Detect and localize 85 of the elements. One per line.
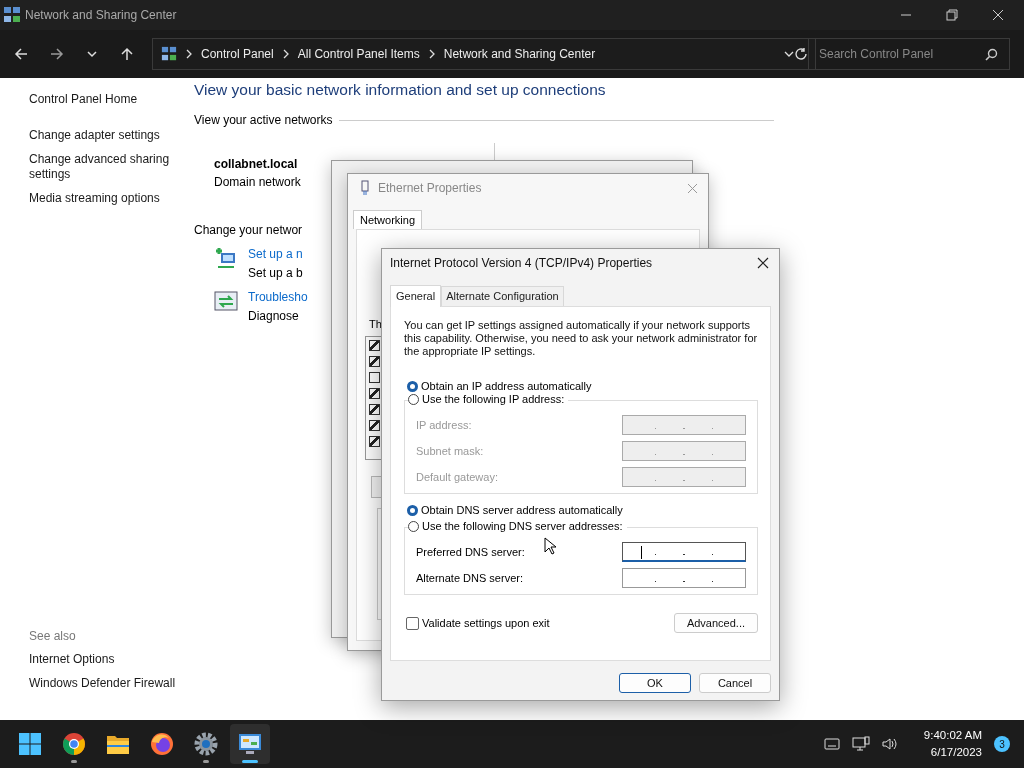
field-label: Alternate DNS server: [416,572,523,584]
field-label: Preferred DNS server: [416,546,525,558]
section-title: Change your networ [194,223,304,237]
task-link[interactable]: Troublesho [248,290,308,304]
restore-icon[interactable] [946,9,958,21]
ip-address-field[interactable] [622,542,746,562]
checkbox[interactable] [369,356,380,367]
refresh-icon[interactable] [794,47,808,61]
ethernet-icon [360,180,370,196]
back-icon[interactable] [14,47,28,61]
search-icon [985,48,998,61]
breadcrumb[interactable]: Network and Sharing Center [443,47,596,61]
checkbox[interactable] [369,340,380,351]
tab[interactable]: General [390,285,442,307]
browser-icon [62,732,86,756]
window-title: Network and Sharing Center [25,8,177,22]
task-description: Set up a b [248,266,303,280]
field-label: Default gateway: [416,471,498,483]
up-icon[interactable] [120,47,134,61]
network-icon [3,6,21,24]
folder-icon [106,733,130,755]
troubleshoot-icon [214,290,238,312]
keyboard-icon[interactable] [823,738,840,750]
network-name: collabnet.local [214,157,298,171]
breadcrumb[interactable]: All Control Panel Items [297,47,420,61]
checkbox[interactable] [369,372,380,383]
chevron-right-icon [427,49,436,59]
mouse-pointer-icon [544,537,556,555]
radio-button[interactable] [408,393,419,405]
see-also-heading: See also [29,629,77,643]
dialog-title: Internet Protocol Version 4 (TCP/IPv4) Properties [390,256,653,270]
notification-badge[interactable]: 3 [994,736,1010,752]
close-icon[interactable] [757,257,769,269]
field-label: IP address: [416,419,472,431]
checkbox-label: Validate settings upon exit [422,617,550,629]
chevron-right-icon [185,49,193,59]
clock-time[interactable]: 9:40:02 AM [923,727,982,744]
browser-icon [150,732,174,756]
checkbox[interactable] [369,436,380,447]
field-label: Subnet mask: [416,445,484,457]
sidebar-link[interactable]: Media streaming options [29,191,179,206]
radio-label: Obtain DNS server address automatically [421,504,623,516]
section-title: View your active networks [194,113,333,127]
network-icon [161,46,177,62]
checkbox[interactable] [369,388,380,399]
radio-label: Use the following DNS server addresses: [422,520,623,532]
network-type: Domain network [214,175,301,189]
chevron-down-icon[interactable] [86,48,98,60]
page-heading: View your basic network information and set up connections [194,81,607,99]
checkbox[interactable] [369,420,380,431]
windows-start-icon [18,732,42,756]
chevron-right-icon [281,49,290,59]
task-description: Diagnose [248,309,300,323]
tab[interactable]: Alternate Configuration [441,286,564,306]
sidebar-link[interactable]: Control Panel Home [29,92,179,107]
ip-address-field[interactable] [622,568,746,588]
dialog-button[interactable]: OK [619,673,691,693]
radio-label: Use the following IP address: [422,393,565,405]
advanced-button[interactable]: Advanced... [673,613,758,633]
radio-button[interactable] [407,504,418,516]
forward-icon[interactable] [50,47,64,61]
taskbar-app[interactable] [230,724,270,764]
volume-icon[interactable] [881,737,898,751]
sidebar-link[interactable]: Windows Defender Firewall [29,676,179,691]
radio-label: Obtain an IP address automatically [421,380,592,392]
checkbox[interactable] [406,616,419,630]
clock-date[interactable]: 6/17/2023 [930,744,982,761]
label-text: Th [369,318,382,330]
dialog-title: Ethernet Properties [378,181,482,195]
settings-icon [194,732,218,756]
sidebar-link[interactable]: Change advanced sharing settings [29,152,179,182]
task-link[interactable]: Set up a n [248,247,303,261]
address-bar[interactable]: Control Panel All Control Panel Items Network and Sharing Center [152,38,816,70]
tab[interactable]: Networking [353,210,423,229]
radio-button[interactable] [408,520,419,532]
network-setup-icon [214,247,238,271]
checkbox[interactable] [369,404,380,415]
network-icon[interactable] [851,736,870,752]
control-panel-icon [238,733,262,755]
description-text: You can get IP settings assigned automatically if your network supports this capability. Otherwise, you need to ask your network administrator for the appropriate IP settings. [404,319,759,358]
dialog-button[interactable]: Cancel [699,673,771,693]
sidebar-link[interactable]: Change adapter settings [29,128,179,143]
sidebar-link[interactable]: Internet Options [29,652,179,667]
breadcrumb[interactable]: Control Panel [201,47,274,61]
search-field[interactable]: Search Control Panel [808,38,1010,70]
